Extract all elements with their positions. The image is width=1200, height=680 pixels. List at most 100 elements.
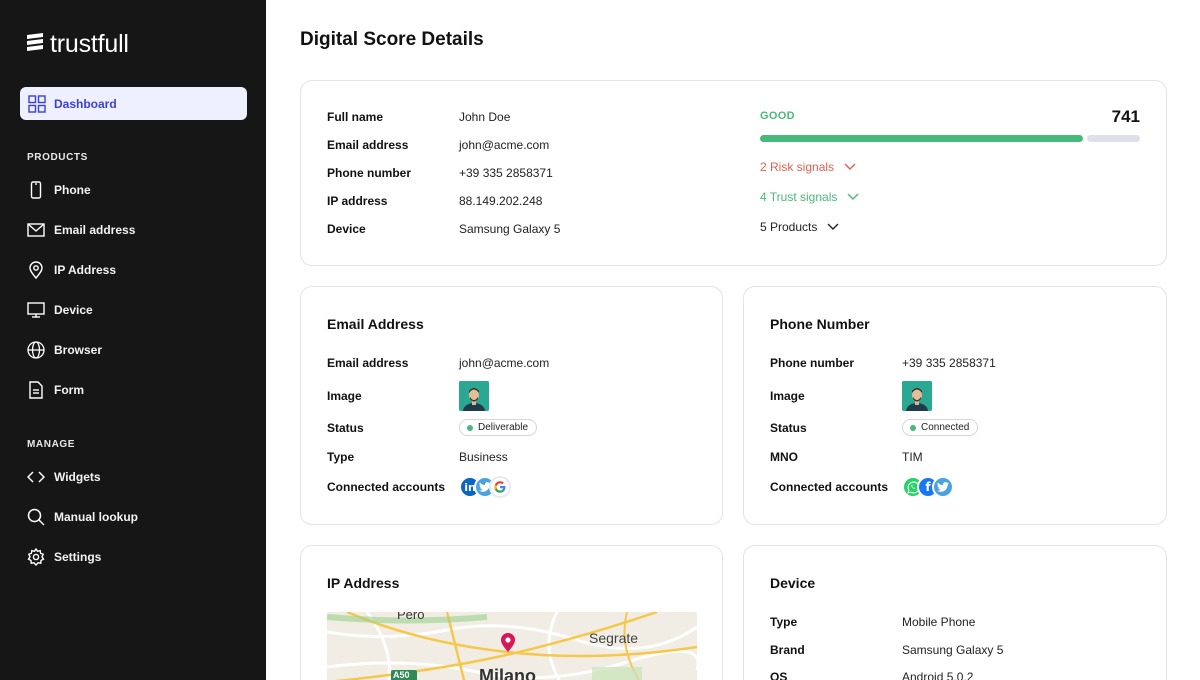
card-row: Brand Samsung Galaxy 5 <box>770 643 1003 657</box>
status-dot-icon <box>910 424 916 431</box>
summary-row: Phone number +39 335 2858371 <box>327 166 553 180</box>
summary-row: Device Samsung Galaxy 5 <box>327 222 560 236</box>
field-key: IP address <box>327 194 388 208</box>
sidebar-item-device[interactable]: Device <box>27 300 93 320</box>
sidebar-item-label: Form <box>54 383 84 397</box>
card-row: Type Mobile Phone <box>770 615 975 629</box>
products-toggle[interactable]: 5 Products <box>760 220 839 234</box>
summary-row: Email address john@acme.com <box>327 138 549 152</box>
risk-signals-toggle[interactable]: 2 Risk signals <box>760 160 856 174</box>
field-value: +39 335 2858371 <box>459 166 553 180</box>
status-badge: Deliverable <box>459 419 538 436</box>
sidebar-item-label: Email address <box>54 223 136 237</box>
map-label-milano: Milano <box>479 666 536 680</box>
app-logo[interactable]: trustfull <box>26 30 129 59</box>
trust-signals-toggle[interactable]: 4 Trust signals <box>760 190 859 204</box>
twitter-icon[interactable] <box>932 476 954 498</box>
sidebar-item-widgets[interactable]: Widgets <box>27 467 101 487</box>
search-icon <box>27 508 45 526</box>
field-value: TIM <box>902 450 923 464</box>
card-row: Connected accounts f <box>770 476 954 498</box>
location-pin-icon <box>27 261 45 279</box>
sidebar-item-browser[interactable]: Browser <box>27 340 102 360</box>
sidebar-item-email[interactable]: Email address <box>27 220 135 240</box>
products-label: 5 Products <box>760 220 818 234</box>
field-value: Android 5.0.2 <box>902 670 974 680</box>
card-title: Phone Number <box>770 316 870 332</box>
phone-icon <box>27 181 45 199</box>
field-key: MNO <box>770 450 798 464</box>
globe-icon <box>27 341 45 359</box>
field-key: Phone number <box>770 356 855 370</box>
sidebar-item-label: Widgets <box>54 470 101 484</box>
field-key: Status <box>770 420 807 435</box>
field-value: Business <box>459 450 508 464</box>
sidebar-item-phone[interactable]: Phone <box>27 180 91 200</box>
card-row: Phone number +39 335 2858371 <box>770 356 996 370</box>
field-value: Samsung Galaxy 5 <box>902 643 1004 657</box>
field-key: Type <box>327 450 355 464</box>
field-key: Image <box>327 389 362 403</box>
field-value: john@acme.com <box>459 356 550 370</box>
map-label-road: A50 <box>393 670 410 680</box>
field-key: Connected accounts <box>770 480 889 494</box>
google-icon[interactable] <box>489 476 511 498</box>
sidebar-item-ip-address[interactable]: IP Address <box>27 260 116 280</box>
field-key: Connected accounts <box>327 480 446 494</box>
map-label-pero: Pero <box>397 612 425 622</box>
document-icon <box>27 381 45 399</box>
sidebar-item-manual-lookup[interactable]: Manual lookup <box>27 507 138 527</box>
summary-card: Full name John Doe Email address john@ac… <box>300 80 1167 266</box>
field-value: +39 335 2858371 <box>902 356 996 370</box>
status-badge: Connected <box>902 419 979 436</box>
card-row: Image <box>327 380 489 412</box>
field-key: Status <box>327 420 364 435</box>
sidebar-item-dashboard[interactable]: Dashboard <box>20 87 247 120</box>
sidebar-item-settings[interactable]: Settings <box>27 547 101 567</box>
products-section-title: PRODUCTS <box>27 152 88 163</box>
page-title: Digital Score Details <box>300 29 484 50</box>
sidebar-item-label: Manual lookup <box>54 510 138 524</box>
chevron-down-icon <box>847 190 859 204</box>
sidebar-item-label: Device <box>54 303 93 317</box>
field-key: Image <box>770 389 805 403</box>
score-rating-label: GOOD <box>760 110 795 122</box>
card-row: MNO TIM <box>770 450 923 464</box>
card-row: Status Deliverable <box>327 419 538 436</box>
phone-number-card: Phone Number Phone number +39 335 285837… <box>743 286 1167 525</box>
email-address-card: Email Address Email address john@acme.co… <box>300 286 723 525</box>
score-value: 741 <box>1111 107 1140 126</box>
trustfull-logo-icon <box>26 33 44 56</box>
card-row: Status Connected <box>770 419 979 436</box>
sidebar: trustfull Dashboard PRODUCTS Phone Email… <box>0 0 266 680</box>
status-text: Deliverable <box>478 422 529 433</box>
ip-address-card: IP Address Pero Segrate Milano A50 <box>300 545 723 680</box>
grid-icon <box>28 94 46 113</box>
summary-row: IP address 88.149.202.248 <box>327 194 542 208</box>
card-row: Type Business <box>327 450 508 464</box>
device-card: Device Type Mobile Phone Brand Samsung G… <box>743 545 1167 680</box>
connected-accounts: f <box>902 476 954 498</box>
score-progress-fill <box>760 135 1083 142</box>
gear-icon <box>27 548 45 566</box>
sidebar-item-form[interactable]: Form <box>27 380 84 400</box>
field-value: Samsung Galaxy 5 <box>459 222 561 236</box>
sidebar-item-label: Dashboard <box>54 96 117 111</box>
status-text: Connected <box>921 422 970 433</box>
field-key: OS <box>770 670 788 680</box>
trust-signals-label: 4 Trust signals <box>760 190 838 204</box>
code-icon <box>27 468 45 486</box>
field-key: Email address <box>327 138 409 152</box>
field-key: Type <box>770 615 798 629</box>
card-title: Email Address <box>327 316 424 332</box>
manage-section-title: MANAGE <box>27 439 76 450</box>
field-value: Mobile Phone <box>902 615 976 629</box>
field-value: john@acme.com <box>459 138 550 152</box>
field-key: Phone number <box>327 166 412 180</box>
score-progress-bar <box>760 135 1140 142</box>
location-map[interactable]: Pero Segrate Milano A50 <box>327 612 697 680</box>
field-key: Email address <box>327 356 409 370</box>
sidebar-item-label: IP Address <box>54 263 117 277</box>
field-value: 88.149.202.248 <box>459 194 543 208</box>
field-key: Device <box>327 222 366 236</box>
